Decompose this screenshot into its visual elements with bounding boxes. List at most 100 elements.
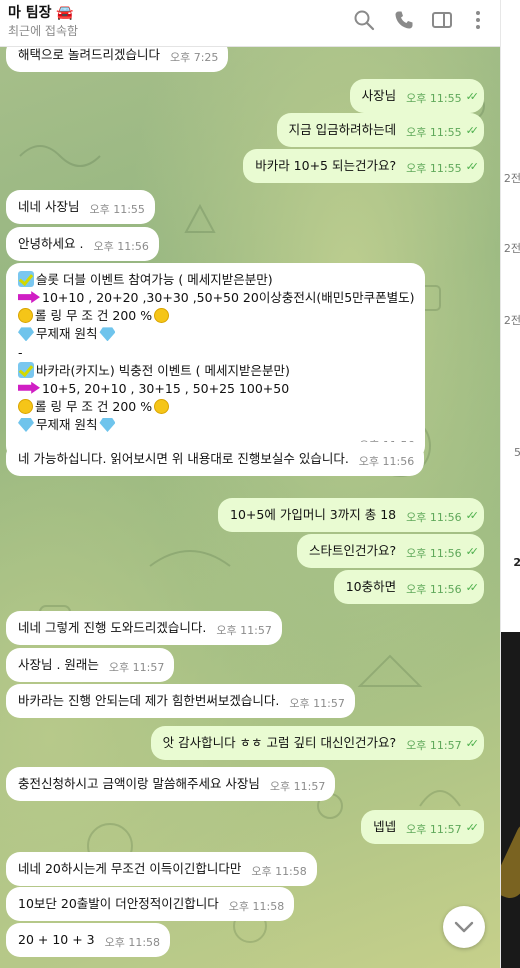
message-text: 사장님 bbox=[361, 88, 397, 103]
message-text-line: 롤 링 무 조 건 200 % bbox=[18, 398, 415, 416]
check-box-emoji-icon bbox=[18, 271, 34, 287]
message-text-line: 슬롯 더블 이벤트 참여가능 ( 메세지받은분만) bbox=[18, 271, 415, 289]
message-text-line: 바카라(카지노) 빅충전 이벤트 ( 메세지받은분만) bbox=[18, 361, 415, 380]
sidebar-toggle-icon[interactable] bbox=[430, 8, 454, 32]
message-text-line: 무제재 원칙 bbox=[18, 325, 415, 343]
gem-emoji-icon bbox=[99, 418, 116, 432]
coin-emoji-icon bbox=[154, 308, 170, 324]
message-time: 오후 11:57 bbox=[406, 823, 462, 836]
message-time: 오후 11:55 bbox=[406, 162, 462, 175]
background-window-edge: 2전 2전 2전 5 2 bbox=[500, 0, 520, 968]
more-vert-icon[interactable] bbox=[466, 8, 490, 32]
read-receipt-icon: ✓✓ bbox=[465, 160, 480, 173]
incoming-message[interactable]: 네 가능하십니다. 읽어보시면 위 내용대로 진행보실수 있습니다. 오후 11:… bbox=[6, 442, 425, 476]
coin-emoji-icon bbox=[18, 308, 33, 324]
message-text: 바카라는 진행 안되는데 제가 힘한번써보겠습니다. bbox=[18, 693, 280, 708]
incoming-message[interactable]: 20 + 10 + 3 오후 11:58 bbox=[6, 923, 171, 957]
message-time: 오후 7:25 bbox=[169, 51, 219, 64]
outgoing-message[interactable]: 10충하면 오후 11:56 ✓✓ bbox=[333, 570, 484, 604]
message-time: 오후 11:56 bbox=[93, 240, 149, 253]
coin-emoji-icon bbox=[154, 398, 170, 414]
phone-icon[interactable] bbox=[392, 8, 416, 32]
side-fragment: 2전 bbox=[503, 314, 520, 327]
outgoing-message[interactable]: 앗 감사합니다 ㅎㅎ 고럼 깊티 대신인건가요? 오후 11:57 ✓✓ bbox=[150, 726, 484, 760]
incoming-message[interactable]: 네네 그렇게 진행 도와드리겠습니다. 오후 11:57 bbox=[6, 611, 282, 645]
gem-emoji-icon bbox=[18, 327, 34, 342]
read-receipt-icon: ✓✓ bbox=[465, 821, 480, 834]
incoming-message[interactable]: 슬롯 더블 이벤트 참여가능 ( 메세지받은분만) 10+10 , 20+20 ,… bbox=[6, 263, 425, 461]
outgoing-message[interactable]: 바카라 10+5 되는건가요? 오후 11:55 ✓✓ bbox=[243, 149, 484, 183]
chat-title-text: 마 팀장 bbox=[8, 5, 52, 21]
message-text: 충전신청하시고 금액이랑 말씀해주세요 사장님 bbox=[18, 776, 260, 791]
message-text: 롤 링 무 조 건 200 % bbox=[35, 398, 153, 414]
message-time: 오후 11:58 bbox=[228, 900, 285, 913]
message-time: 오후 11:55 bbox=[406, 92, 462, 105]
outgoing-message[interactable]: 사장님 오후 11:55 ✓✓ bbox=[349, 79, 484, 113]
message-text: 무제재 원칙 bbox=[36, 417, 98, 432]
incoming-message[interactable]: 충전신청하시고 금액이랑 말씀해주세요 사장님 오후 11:57 bbox=[6, 767, 336, 801]
message-text: 10+5, 20+10 , 30+15 , 50+25 100+50 bbox=[42, 380, 290, 396]
message-text: 10충하면 bbox=[345, 579, 397, 594]
message-text-line: 무제재 원칙 bbox=[18, 416, 415, 434]
message-time: 오후 11:57 bbox=[269, 780, 326, 793]
chat-title[interactable]: 마 팀장 🚘 bbox=[8, 2, 74, 22]
side-fragment: 2전 bbox=[503, 172, 520, 185]
incoming-message[interactable]: 안녕하세요 . 오후 11:56 bbox=[6, 227, 159, 261]
message-text: 스타트인건가요? bbox=[308, 543, 397, 558]
message-time: 오후 11:57 bbox=[289, 697, 345, 710]
message-time: 오후 11:58 bbox=[104, 936, 161, 949]
last-seen-status: 최근에 접속함 bbox=[8, 24, 79, 38]
message-text-line: 10+5, 20+10 , 30+15 , 50+25 100+50 bbox=[18, 380, 415, 398]
incoming-message[interactable]: 10보단 20출발이 더안정적이긴합니다 오후 11:58 bbox=[6, 887, 295, 921]
side-fragment: 2 bbox=[513, 556, 520, 569]
message-time: 오후 11:55 bbox=[406, 126, 462, 139]
search-icon[interactable] bbox=[352, 8, 376, 32]
message-text: 롤 링 무 조 건 200 % bbox=[35, 308, 153, 324]
message-text: 무제재 원칙 bbox=[36, 326, 98, 342]
message-time: 오후 11:58 bbox=[251, 865, 307, 878]
message-text: 넵넵 bbox=[373, 819, 397, 834]
message-text: 안녕하세요 . bbox=[18, 236, 84, 251]
message-text: 네네 20하시는게 무조건 이득이긴합니다만 bbox=[18, 861, 242, 876]
incoming-message[interactable]: 사장님 . 원래는 오후 11:57 bbox=[6, 648, 175, 682]
message-time: 오후 11:57 bbox=[406, 739, 462, 752]
read-receipt-icon: ✓✓ bbox=[465, 509, 480, 522]
message-text: - bbox=[18, 344, 23, 360]
scroll-to-bottom-button[interactable] bbox=[443, 906, 485, 948]
message-text: 20 + 10 + 3 bbox=[18, 932, 95, 947]
outgoing-message[interactable]: 10+5에 가입머니 3까지 총 18 오후 11:56 ✓✓ bbox=[218, 498, 484, 532]
read-receipt-icon: ✓✓ bbox=[465, 124, 480, 137]
message-text: 슬롯 더블 이벤트 참여가능 ( 메세지받은분만) bbox=[36, 272, 273, 287]
message-text: 네 가능하십니다. 읽어보시면 위 내용대로 진행보실수 있습니다. bbox=[18, 451, 349, 466]
message-text-line: 10+10 , 20+20 ,30+30 ,50+50 20이상충전시(배민5만… bbox=[18, 289, 415, 307]
coin-emoji-icon bbox=[18, 398, 33, 414]
message-text: 사장님 . 원래는 bbox=[18, 657, 99, 672]
arrow-emoji-icon bbox=[18, 291, 40, 304]
message-text: 10+5에 가입머니 3까지 총 18 bbox=[230, 507, 397, 522]
message-text-line: - bbox=[18, 344, 415, 362]
car-emoji-icon: 🚘 bbox=[56, 5, 74, 21]
incoming-message[interactable]: 바카라는 진행 안되는데 제가 힘한번써보겠습니다. 오후 11:57 bbox=[6, 684, 355, 718]
side-fragment: 5 bbox=[514, 446, 520, 459]
check-box-emoji-icon bbox=[18, 361, 34, 378]
gem-emoji-icon bbox=[18, 418, 34, 432]
message-text: 10보단 20출발이 더안정적이긴합니다 bbox=[18, 896, 219, 911]
arrow-emoji-icon bbox=[18, 381, 40, 394]
background-image-fragment bbox=[501, 632, 520, 968]
outgoing-message[interactable]: 스타트인건가요? 오후 11:56 ✓✓ bbox=[296, 534, 484, 568]
gem-emoji-icon bbox=[99, 327, 116, 342]
message-text: 10+10 , 20+20 ,30+30 ,50+50 20이상충전시(배민5만… bbox=[42, 290, 415, 306]
outgoing-message[interactable]: 넵넵 오후 11:57 ✓✓ bbox=[361, 810, 484, 844]
incoming-message[interactable]: 네네 사장님 오후 11:55 bbox=[6, 190, 155, 224]
read-receipt-icon: ✓✓ bbox=[465, 545, 480, 558]
read-receipt-icon: ✓✓ bbox=[465, 581, 480, 594]
incoming-message[interactable]: 네네 20하시는게 무조건 이득이긴합니다만 오후 11:58 bbox=[6, 852, 317, 886]
message-time: 오후 11:56 bbox=[406, 547, 462, 560]
message-time: 오후 11:56 bbox=[358, 455, 415, 468]
message-text: 네네 그렇게 진행 도와드리겠습니다. bbox=[18, 620, 207, 635]
message-time: 오후 11:55 bbox=[89, 203, 145, 216]
message-text: 앗 감사합니다 ㅎㅎ 고럼 깊티 대신인건가요? bbox=[162, 735, 397, 750]
message-text: 바카라(카지노) 빅충전 이벤트 ( 메세지받은분만) bbox=[36, 362, 290, 378]
chat-header: 마 팀장 🚘 최근에 접속함 bbox=[0, 0, 500, 47]
outgoing-message[interactable]: 지금 입금하려하는데 오후 11:55 ✓✓ bbox=[276, 113, 484, 147]
